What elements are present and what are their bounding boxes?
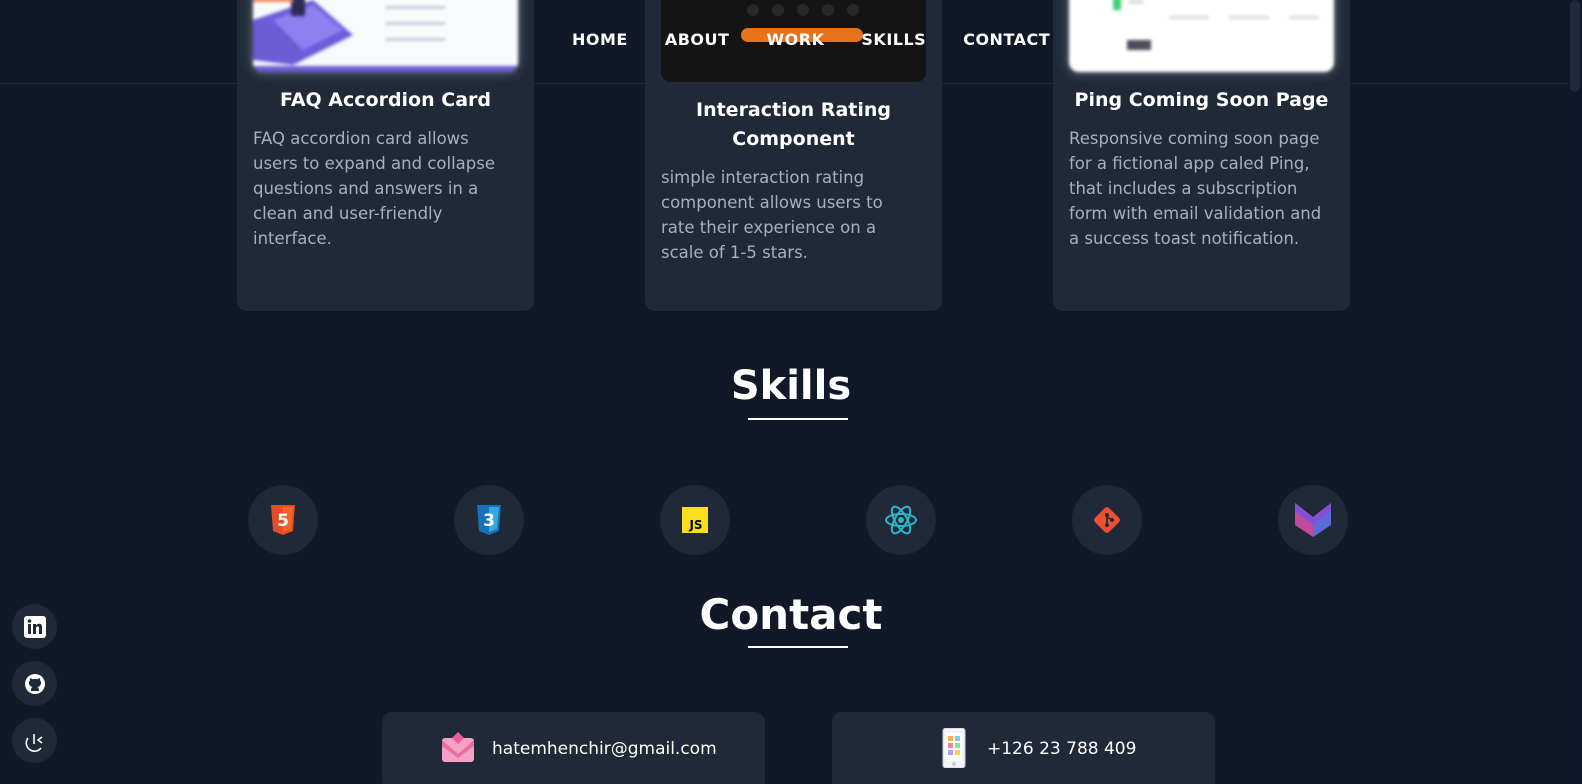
page-scrollbar[interactable] (1568, 0, 1582, 784)
project-card-ping[interactable]: Ping Coming Soon Page Responsive coming … (1053, 0, 1350, 311)
nav-home[interactable]: HOME (572, 28, 628, 52)
phone-icon (942, 728, 966, 768)
social-linkedin[interactable] (12, 604, 57, 649)
contact-underline (748, 646, 848, 648)
github-icon (24, 673, 45, 694)
css3-icon: 3 (477, 505, 501, 535)
nav-about[interactable]: ABOUT (665, 28, 730, 52)
social-github[interactable] (12, 661, 57, 706)
project-card-faq[interactable]: FAQ Accordion Card FAQ accordion card al… (237, 0, 534, 311)
project-title: Ping Coming Soon Page (1074, 89, 1329, 111)
skills-heading: Skills (730, 363, 852, 409)
skill-git (1072, 485, 1142, 555)
contact-email-text: hatemhenchir@gmail.com (492, 739, 717, 759)
contact-email[interactable]: hatemhenchir@gmail.com (382, 712, 765, 784)
svg-text:3: 3 (483, 511, 495, 531)
linkedin-icon (23, 615, 46, 638)
mail-icon (442, 732, 474, 762)
skill-css3: 3 (454, 485, 524, 555)
scrollbar-thumb[interactable] (1570, 0, 1580, 92)
project-description: Responsive coming soon page for a fictio… (1069, 129, 1322, 248)
project-thumbnail (253, 0, 518, 72)
react-icon (885, 505, 917, 535)
git-icon (1094, 507, 1120, 533)
codepen-icon (25, 733, 42, 752)
skill-mui (1278, 485, 1348, 555)
svg-text:5: 5 (277, 511, 289, 531)
project-title: Interaction Rating Component (696, 99, 891, 150)
svg-text:JS: JS (688, 518, 702, 532)
skill-javascript: JS (660, 485, 730, 555)
contact-phone[interactable]: +126 23 788 409 (832, 712, 1215, 784)
skill-react (866, 485, 936, 555)
mui-icon (1295, 503, 1331, 537)
project-title: FAQ Accordion Card (280, 89, 491, 111)
nav-skills[interactable]: SKILLS (861, 28, 926, 52)
contact-phone-text: +126 23 788 409 (987, 739, 1137, 759)
social-codepen[interactable] (12, 718, 57, 763)
contact-heading: Contact (699, 590, 883, 639)
skills-underline (748, 418, 848, 420)
skill-html5: 5 (248, 485, 318, 555)
html5-icon: 5 (271, 505, 295, 535)
javascript-icon: JS (682, 507, 708, 533)
project-description: FAQ accordion card allows users to expan… (253, 129, 495, 248)
nav-work[interactable]: WORK (766, 28, 824, 52)
nav-contact[interactable]: CONTACT (963, 28, 1050, 52)
project-description: simple interaction rating component allo… (661, 168, 883, 262)
project-thumbnail (1069, 0, 1334, 72)
